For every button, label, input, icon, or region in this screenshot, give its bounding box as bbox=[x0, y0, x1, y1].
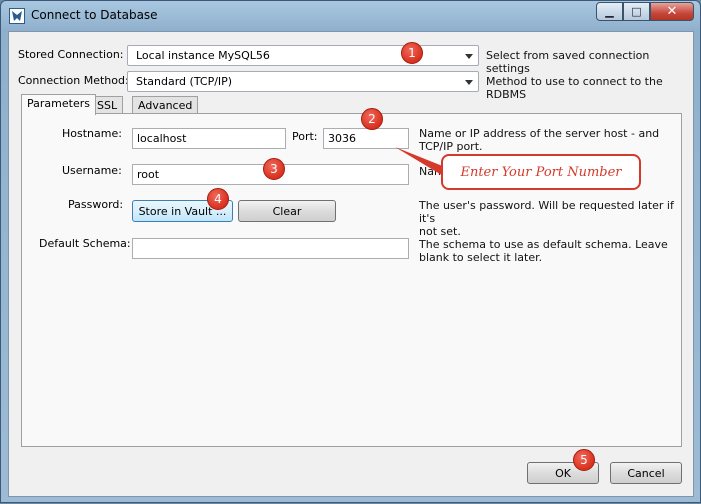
dialog-window: Connect to Database ▁ □ ✕ Stored Connect… bbox=[0, 0, 701, 503]
step-badge-3: 3 bbox=[263, 158, 285, 180]
step-badge-5: 5 bbox=[573, 449, 595, 471]
step-badge-1: 1 bbox=[401, 42, 423, 64]
port-number-callout: Enter Your Port Number bbox=[441, 154, 641, 190]
callout-pointer bbox=[395, 147, 445, 177]
step-badge-4: 4 bbox=[207, 188, 229, 210]
step-badge-2: 2 bbox=[361, 108, 383, 130]
